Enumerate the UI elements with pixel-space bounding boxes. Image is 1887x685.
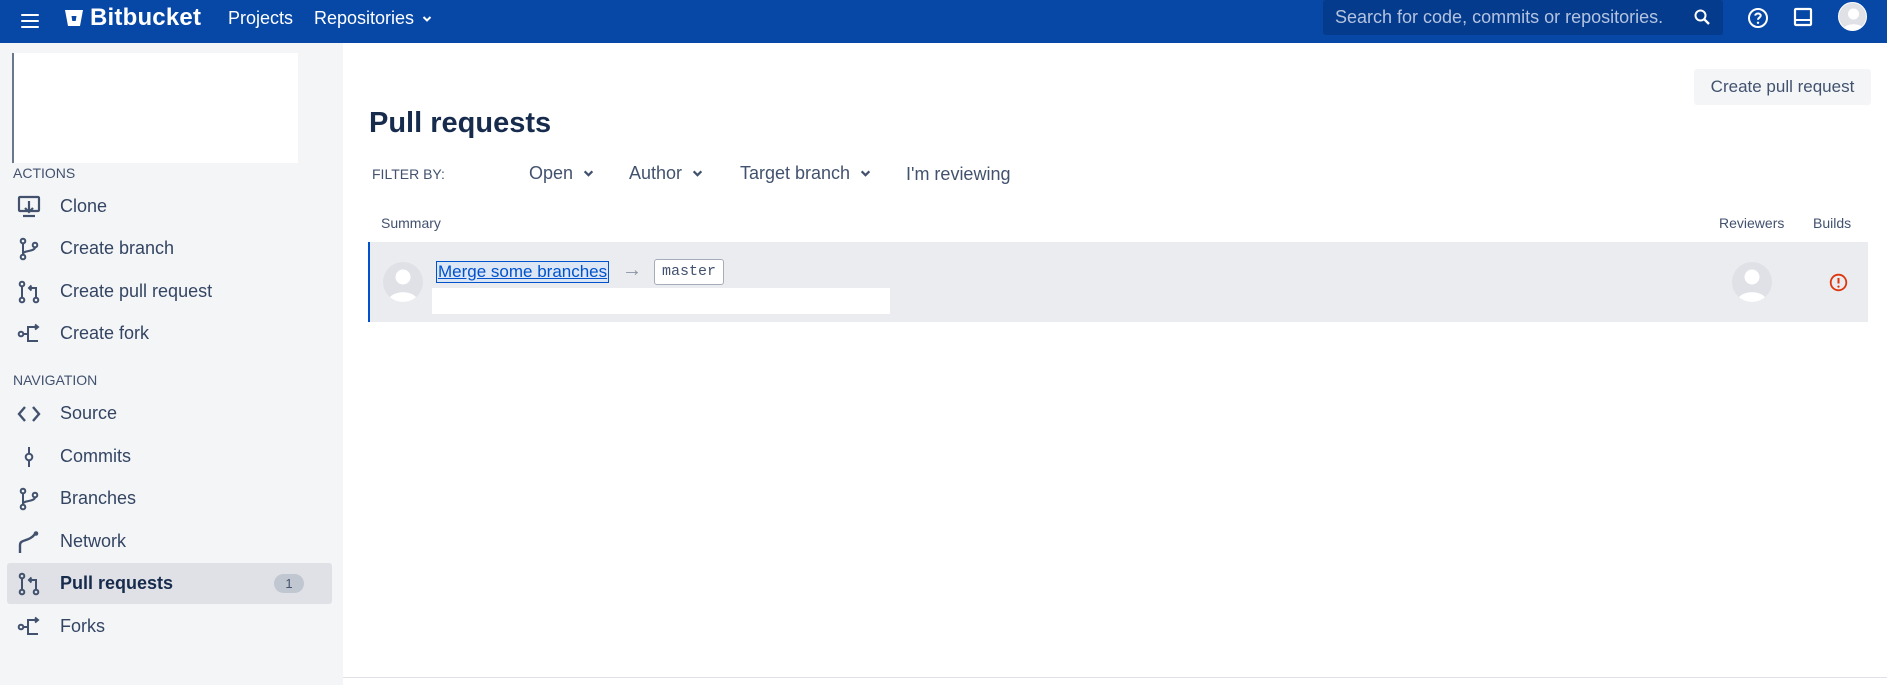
- table-row[interactable]: Merge some branches → master: [368, 242, 1868, 322]
- state-filter-dropdown[interactable]: Open: [529, 163, 594, 184]
- sidebar-item-create-fork[interactable]: Create fork: [7, 313, 332, 354]
- nav-repositories-label: Repositories: [314, 8, 415, 28]
- page-title: Pull requests: [369, 107, 552, 139]
- sidebar-item-label: Branches: [60, 488, 137, 508]
- state-filter-label: Open: [529, 163, 574, 183]
- user-avatar-icon: [1737, 269, 1767, 302]
- sidebar-item-label: Forks: [60, 616, 105, 636]
- sidebar-item-create-branch[interactable]: Create branch: [7, 228, 332, 269]
- target-branch-filter-label: Target branch: [740, 163, 851, 183]
- sidebar-item-label: Create pull request: [60, 281, 213, 301]
- sidebar-item-create-pull-request[interactable]: Create pull request: [7, 271, 332, 312]
- author-filter-dropdown[interactable]: Author: [629, 163, 703, 184]
- sidebar-item-clone[interactable]: Clone: [7, 186, 332, 227]
- sidebar-item-label: Clone: [60, 196, 108, 216]
- sidebar-item-label: Commits: [60, 446, 131, 466]
- sidebar-item-label: Pull requests: [60, 573, 174, 593]
- search-input[interactable]: [1323, 0, 1663, 35]
- summary-column-header: Summary: [381, 215, 441, 231]
- bitbucket-logo-icon: [65, 10, 83, 26]
- reviewers-column-header: Reviewers: [1719, 215, 1785, 231]
- inbox-icon[interactable]: [1793, 7, 1813, 27]
- search-box: [1323, 0, 1723, 35]
- commit-icon: [16, 444, 42, 470]
- top-navigation-bar: Bitbucket Projects Repositories: [0, 0, 1887, 43]
- pull-request-title-link[interactable]: Merge some branches: [436, 261, 610, 283]
- sidebar-item-label: Create branch: [60, 238, 175, 258]
- pull-request-icon: [16, 279, 42, 305]
- actions-heading: ACTIONS: [13, 165, 76, 181]
- chevron-down-icon: [583, 170, 594, 177]
- sidebar-item-source[interactable]: Source: [7, 393, 332, 434]
- sidebar-item-label: Create fork: [60, 323, 150, 343]
- build-failed-icon[interactable]: [1829, 273, 1848, 292]
- search-icon[interactable]: [1693, 8, 1711, 26]
- chevron-down-icon: [422, 15, 432, 22]
- help-icon[interactable]: [1747, 7, 1769, 29]
- network-icon: [16, 529, 42, 555]
- user-avatar-icon: [1842, 8, 1865, 30]
- repository-avatar: [12, 53, 298, 163]
- sidebar-item-pull-requests[interactable]: Pull requests 1: [7, 563, 332, 604]
- sidebar-item-branches[interactable]: Branches: [7, 478, 332, 519]
- main-content: Create pull request Pull requests FILTER…: [343, 43, 1887, 685]
- arrow-right-icon: →: [622, 259, 642, 281]
- fork-icon: [16, 614, 42, 640]
- sidebar-item-forks[interactable]: Forks: [7, 606, 332, 647]
- clone-icon: [16, 194, 42, 220]
- fork-icon: [16, 321, 42, 347]
- navigation-heading: NAVIGATION: [13, 372, 98, 388]
- filter-label: FILTER BY:: [372, 166, 445, 182]
- create-pull-request-button[interactable]: Create pull request: [1694, 69, 1871, 105]
- nav-repositories-dropdown[interactable]: Repositories: [314, 8, 432, 29]
- branch-icon: [16, 486, 42, 512]
- pull-request-icon: [16, 571, 42, 597]
- sidebar-item-commits[interactable]: Commits: [7, 436, 332, 477]
- sidebar: ACTIONS Clone Create branch Create pull …: [0, 43, 343, 685]
- user-avatar[interactable]: [1838, 2, 1867, 31]
- code-icon: [16, 401, 42, 427]
- sidebar-item-network[interactable]: Network: [7, 521, 332, 562]
- im-reviewing-filter[interactable]: I'm reviewing: [906, 164, 1010, 185]
- pull-request-count-badge: 1: [274, 574, 304, 593]
- reviewer-avatar[interactable]: [1732, 262, 1772, 302]
- brand-name: Bitbucket: [90, 4, 202, 31]
- author-filter-label: Author: [629, 163, 683, 183]
- user-avatar-icon: [388, 269, 418, 302]
- sidebar-item-label: Source: [60, 403, 118, 423]
- builds-column-header: Builds: [1813, 215, 1852, 231]
- sidebar-item-label: Network: [60, 531, 127, 551]
- bitbucket-logo[interactable]: Bitbucket: [64, 2, 201, 34]
- nav-projects-link[interactable]: Projects: [228, 8, 293, 29]
- target-branch-filter-dropdown[interactable]: Target branch: [740, 163, 871, 184]
- chevron-down-icon: [692, 170, 703, 177]
- branch-icon: [16, 236, 42, 262]
- menu-icon[interactable]: [21, 10, 39, 32]
- footer-divider: [343, 677, 1887, 678]
- chevron-down-icon: [860, 170, 871, 177]
- target-branch-lozenge[interactable]: master: [654, 259, 725, 285]
- pull-request-description: [432, 288, 890, 314]
- author-avatar[interactable]: [383, 262, 423, 302]
